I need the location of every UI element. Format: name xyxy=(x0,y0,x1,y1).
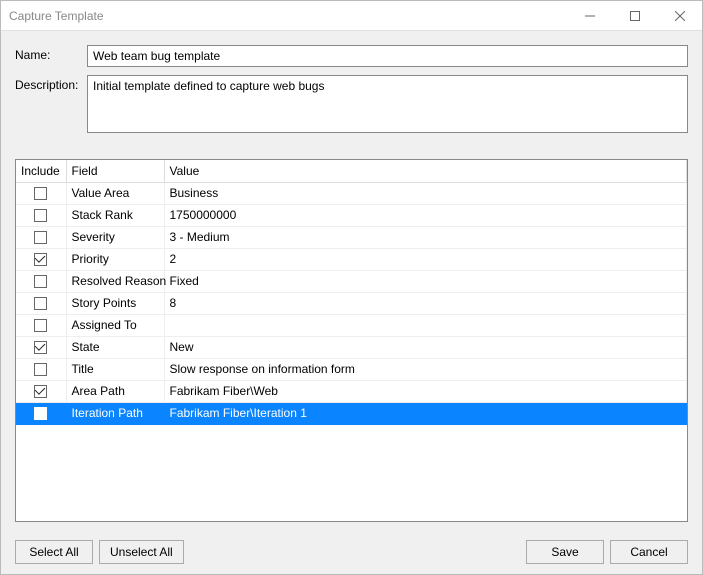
header-value[interactable]: Value xyxy=(164,160,687,182)
include-checkbox[interactable] xyxy=(34,385,47,398)
maximize-icon xyxy=(630,11,640,21)
cell-include[interactable] xyxy=(16,292,66,314)
dialog-content: Name: Description: Include Field Value xyxy=(1,31,702,574)
cell-value: 1750000000 xyxy=(164,204,687,226)
include-checkbox[interactable] xyxy=(34,187,47,200)
cell-field: Iteration Path xyxy=(66,402,164,424)
include-checkbox[interactable] xyxy=(34,319,47,332)
cell-field: Story Points xyxy=(66,292,164,314)
cell-value: Business xyxy=(164,182,687,204)
cell-field: Value Area xyxy=(66,182,164,204)
save-button[interactable]: Save xyxy=(526,540,604,564)
cell-include[interactable] xyxy=(16,358,66,380)
include-checkbox[interactable] xyxy=(34,253,47,266)
cell-value xyxy=(164,314,687,336)
cell-include[interactable] xyxy=(16,402,66,424)
dialog-window: Capture Template Name: Description: xyxy=(0,0,703,575)
description-label: Description: xyxy=(15,75,87,92)
maximize-button[interactable] xyxy=(612,1,657,30)
description-input[interactable] xyxy=(87,75,688,133)
cell-field: Severity xyxy=(66,226,164,248)
minimize-button[interactable] xyxy=(567,1,612,30)
include-checkbox[interactable] xyxy=(34,407,47,420)
header-field[interactable]: Field xyxy=(66,160,164,182)
cell-value: Slow response on information form xyxy=(164,358,687,380)
cell-field: Area Path xyxy=(66,380,164,402)
unselect-all-button[interactable]: Unselect All xyxy=(99,540,184,564)
spacer xyxy=(190,540,520,564)
description-row: Description: xyxy=(15,75,688,133)
cell-field: Resolved Reason xyxy=(66,270,164,292)
table-row[interactable]: Severity3 - Medium xyxy=(16,226,687,248)
fields-table: Include Field Value Value AreaBusinessSt… xyxy=(16,160,687,425)
minimize-icon xyxy=(585,11,595,21)
cell-include[interactable] xyxy=(16,314,66,336)
table-row[interactable]: Stack Rank1750000000 xyxy=(16,204,687,226)
include-checkbox[interactable] xyxy=(34,275,47,288)
include-checkbox[interactable] xyxy=(34,297,47,310)
table-row[interactable]: StateNew xyxy=(16,336,687,358)
name-row: Name: xyxy=(15,45,688,67)
cell-value: Fabrikam Fiber\Web xyxy=(164,380,687,402)
name-input[interactable] xyxy=(87,45,688,67)
cell-value: Fixed xyxy=(164,270,687,292)
close-button[interactable] xyxy=(657,1,702,30)
table-row[interactable]: Value AreaBusiness xyxy=(16,182,687,204)
table-row[interactable]: Priority2 xyxy=(16,248,687,270)
include-checkbox[interactable] xyxy=(34,341,47,354)
table-row[interactable]: Area PathFabrikam Fiber\Web xyxy=(16,380,687,402)
cell-include[interactable] xyxy=(16,270,66,292)
cell-field: Assigned To xyxy=(66,314,164,336)
cell-value: 2 xyxy=(164,248,687,270)
cell-field: State xyxy=(66,336,164,358)
cell-value: 8 xyxy=(164,292,687,314)
cell-value: Fabrikam Fiber\Iteration 1 xyxy=(164,402,687,424)
include-checkbox[interactable] xyxy=(34,209,47,222)
select-all-button[interactable]: Select All xyxy=(15,540,93,564)
table-row[interactable]: TitleSlow response on information form xyxy=(16,358,687,380)
table-row[interactable]: Iteration PathFabrikam Fiber\Iteration 1 xyxy=(16,402,687,424)
table-row[interactable]: Assigned To xyxy=(16,314,687,336)
header-include[interactable]: Include xyxy=(16,160,66,182)
titlebar: Capture Template xyxy=(1,1,702,31)
cell-field: Title xyxy=(66,358,164,380)
fields-grid: Include Field Value Value AreaBusinessSt… xyxy=(15,159,688,522)
window-controls xyxy=(567,1,702,30)
table-row[interactable]: Story Points8 xyxy=(16,292,687,314)
cell-include[interactable] xyxy=(16,226,66,248)
cell-value: New xyxy=(164,336,687,358)
include-checkbox[interactable] xyxy=(34,363,47,376)
table-header-row: Include Field Value xyxy=(16,160,687,182)
cell-value: 3 - Medium xyxy=(164,226,687,248)
cell-include[interactable] xyxy=(16,182,66,204)
close-icon xyxy=(675,11,685,21)
cell-include[interactable] xyxy=(16,336,66,358)
cancel-button[interactable]: Cancel xyxy=(610,540,688,564)
table-row[interactable]: Resolved ReasonFixed xyxy=(16,270,687,292)
cell-field: Priority xyxy=(66,248,164,270)
cell-include[interactable] xyxy=(16,248,66,270)
button-row: Select All Unselect All Save Cancel xyxy=(15,530,688,564)
window-title: Capture Template xyxy=(9,9,567,23)
include-checkbox[interactable] xyxy=(34,231,47,244)
name-label: Name: xyxy=(15,45,87,62)
cell-include[interactable] xyxy=(16,204,66,226)
cell-include[interactable] xyxy=(16,380,66,402)
cell-field: Stack Rank xyxy=(66,204,164,226)
